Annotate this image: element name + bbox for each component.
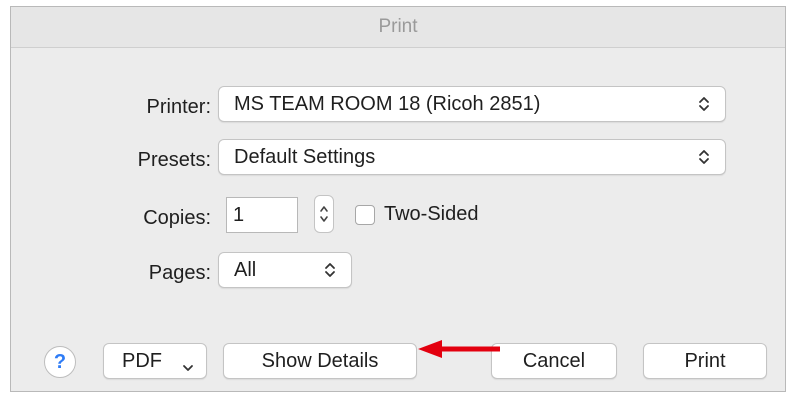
up-down-chevron-icon [319, 261, 341, 279]
presets-label: Presets: [137, 149, 211, 171]
help-icon: ? [53, 350, 67, 373]
pages-label: Pages: [148, 262, 211, 284]
copies-field[interactable]: 1 [226, 197, 298, 233]
printer-value: MS TEAM ROOM 18 (Ricoh 2851) [234, 92, 541, 115]
title-bar: Print [11, 7, 785, 48]
pdf-label: PDF [122, 349, 162, 372]
copies-stepper[interactable] [314, 195, 334, 233]
presets-popup[interactable]: Default Settings [218, 139, 726, 175]
stepper-icon [320, 206, 328, 222]
pages-popup[interactable]: All [218, 252, 352, 288]
printer-popup[interactable]: MS TEAM ROOM 18 (Ricoh 2851) [218, 86, 726, 122]
copies-label: Copies: [143, 207, 211, 229]
print-button[interactable]: Print [643, 343, 767, 379]
up-down-chevron-icon [693, 148, 715, 166]
annotation-arrow [418, 340, 500, 358]
presets-value: Default Settings [234, 145, 376, 168]
cancel-button[interactable]: Cancel [491, 343, 617, 379]
pages-value: All [234, 258, 257, 281]
two-sided-checkbox[interactable] [355, 205, 375, 225]
up-down-chevron-icon [693, 95, 715, 113]
printer-label: Printer: [146, 96, 211, 118]
help-button[interactable]: ? [44, 346, 76, 378]
chevron-down-icon [182, 356, 194, 379]
show-details-button[interactable]: Show Details [223, 343, 417, 379]
window-title: Print [378, 16, 418, 37]
two-sided-label[interactable]: Two-Sided [384, 203, 479, 226]
pdf-button[interactable]: PDF [103, 343, 207, 379]
print-dialog: Print Printer: MS TEAM ROOM 18 (Ricoh 28… [10, 6, 786, 392]
